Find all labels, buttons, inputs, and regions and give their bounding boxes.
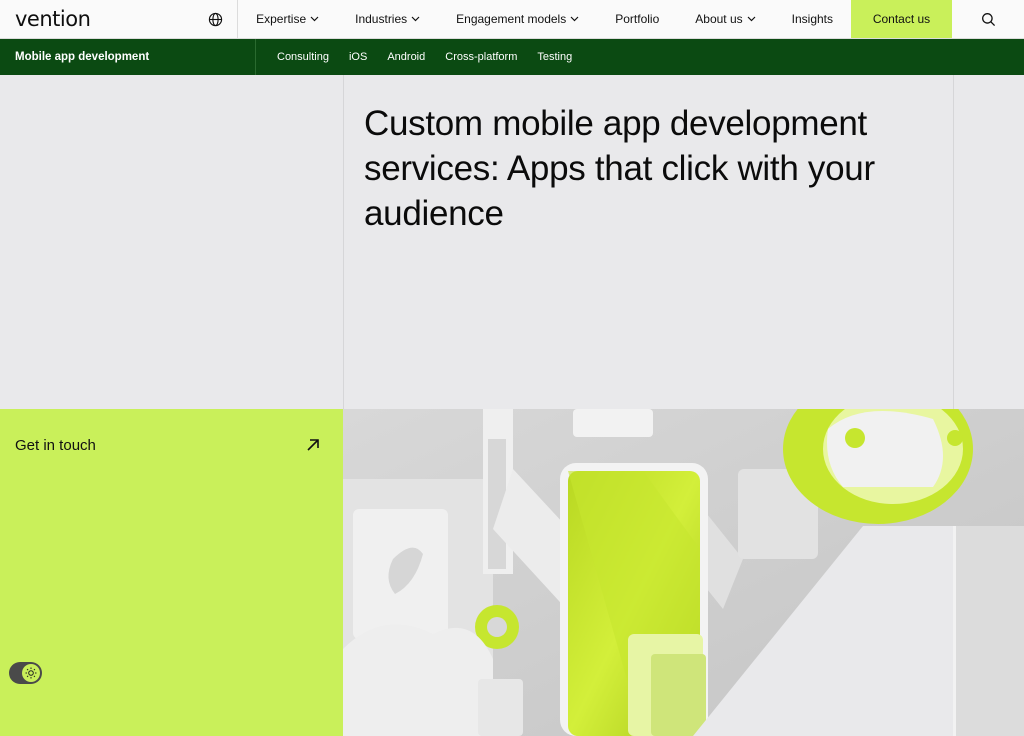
subnav-title[interactable]: Mobile app development — [0, 39, 256, 75]
page-title: Custom mobile app development services: … — [364, 104, 875, 233]
logo-link[interactable]: vention — [0, 0, 194, 38]
nav-item-expertise[interactable]: Expertise — [238, 0, 337, 38]
top-navigation: vention Expertise Industries Engagement … — [0, 0, 1024, 39]
contact-us-label: Contact us — [872, 12, 931, 26]
subnav-link-cross-platform[interactable]: Cross-platform — [445, 51, 517, 63]
nav-item-label: Insights — [791, 12, 833, 26]
theme-toggle[interactable] — [9, 662, 42, 684]
chevron-down-icon — [310, 16, 319, 22]
sub-navigation: Mobile app development Consulting iOS An… — [0, 39, 1024, 75]
chevron-down-icon — [747, 16, 756, 22]
get-in-touch-button[interactable]: Get in touch — [0, 409, 343, 736]
nav-item-label: About us — [695, 12, 743, 26]
subnav-link-testing[interactable]: Testing — [537, 51, 572, 63]
globe-icon — [208, 12, 222, 26]
get-in-touch-label: Get in touch — [15, 437, 96, 454]
nav-item-engagement-models[interactable]: Engagement models — [438, 0, 597, 38]
grid-divider — [343, 75, 344, 409]
nav-item-insights[interactable]: Insights — [774, 0, 851, 38]
nav-item-label: Engagement models — [456, 12, 567, 26]
nav-item-label: Industries — [355, 12, 408, 26]
search-button[interactable] — [952, 0, 1024, 38]
logo: vention — [15, 7, 91, 31]
hero-illustration — [343, 409, 1024, 736]
chevron-down-icon — [570, 16, 579, 22]
subnav-link-consulting[interactable]: Consulting — [277, 51, 329, 63]
grid-divider — [953, 75, 954, 409]
contact-us-button[interactable]: Contact us — [851, 0, 952, 38]
search-icon — [981, 12, 995, 26]
nav-item-label: Expertise — [256, 12, 307, 26]
arrow-up-right-icon — [305, 437, 321, 458]
subnav-link-android[interactable]: Android — [387, 51, 425, 63]
nav-item-industries[interactable]: Industries — [337, 0, 438, 38]
chevron-down-icon — [411, 16, 420, 22]
nav-item-portfolio[interactable]: Portfolio — [597, 0, 677, 38]
nav-item-label: Portfolio — [615, 12, 660, 26]
subnav-link-ios[interactable]: iOS — [349, 51, 367, 63]
language-button[interactable] — [194, 0, 239, 38]
nav-item-about-us[interactable]: About us — [677, 0, 773, 38]
sun-icon — [22, 664, 40, 682]
